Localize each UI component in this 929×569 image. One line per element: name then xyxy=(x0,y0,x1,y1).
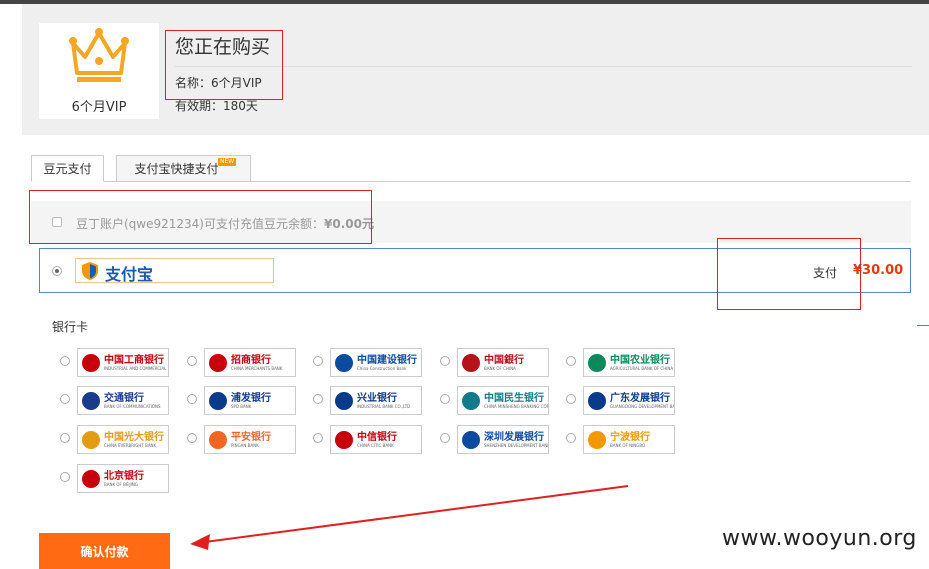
annotation-arrow xyxy=(190,485,629,550)
arrow-head xyxy=(190,534,210,550)
arrow-line xyxy=(204,485,629,543)
